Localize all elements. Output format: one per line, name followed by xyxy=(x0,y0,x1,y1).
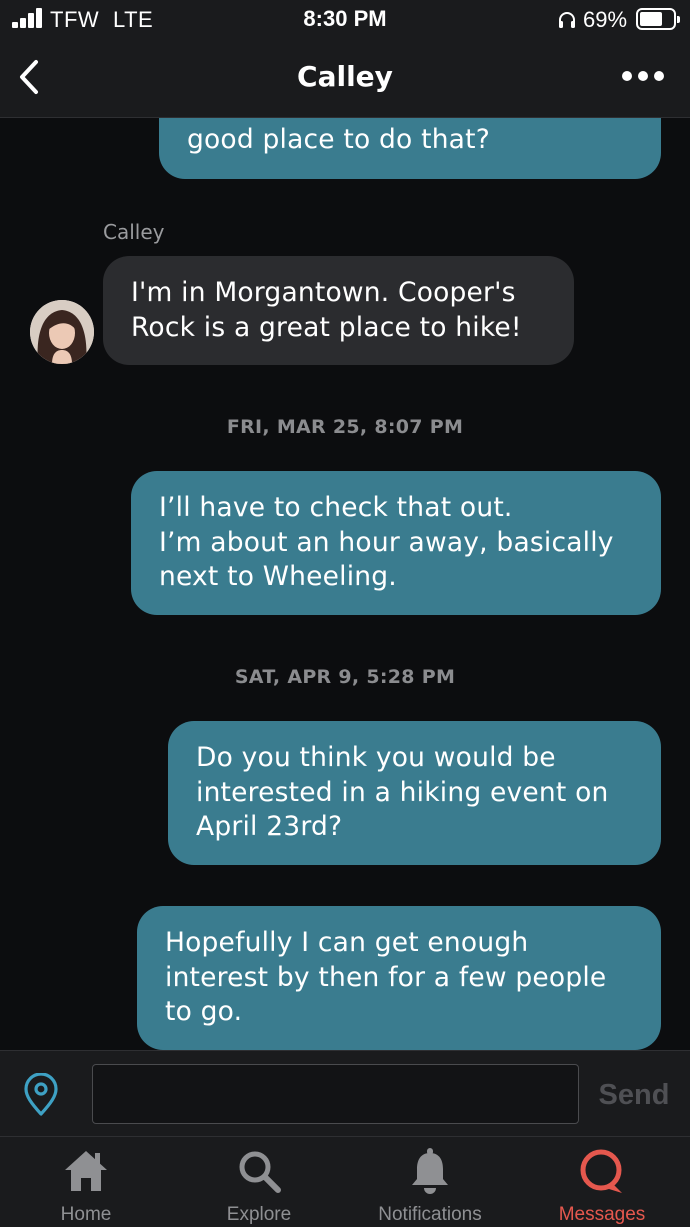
bottom-tab-bar: Home Explore Notifications Messages xyxy=(0,1136,690,1227)
message-line: I’m about an hour away, basically xyxy=(159,526,614,558)
message-line: I'm in Morgantown. Cooper's xyxy=(131,277,516,308)
message-bubble-outgoing: Do you think you would be interested in … xyxy=(168,721,661,865)
avatar-photo xyxy=(30,300,94,364)
message-line: interest by then for a few people xyxy=(165,961,607,993)
tab-messages[interactable]: Messages xyxy=(550,1137,654,1227)
tab-messages-label: Messages xyxy=(558,1204,646,1225)
message-line: Do you think you would be xyxy=(196,742,556,773)
messaging-screen: TFW LTE 8:30 PM 69% Calley good place to… xyxy=(0,0,690,1227)
send-button[interactable]: Send xyxy=(594,1075,674,1115)
bell-icon xyxy=(412,1148,448,1194)
sender-name: Calley xyxy=(103,220,165,244)
message-bubble-outgoing: Hopefully I can get enough interest by t… xyxy=(137,906,661,1050)
tab-home-label: Home xyxy=(60,1204,112,1225)
message-line: Hopefully I can get enough xyxy=(165,927,529,958)
message-list[interactable]: good place to do that? Calley I'm in Mor… xyxy=(0,118,690,1050)
headphones-icon xyxy=(559,12,575,28)
search-icon xyxy=(239,1151,281,1193)
message-bubble-outgoing: I’ll have to check that out. I’m about a… xyxy=(131,471,661,615)
home-icon xyxy=(65,1151,107,1191)
message-line: Rock is a great place to hike! xyxy=(131,311,522,343)
message-line: good place to do that? xyxy=(187,124,490,155)
battery-percentage: 69% xyxy=(583,7,628,32)
status-bar: TFW LTE 8:30 PM 69% xyxy=(0,0,690,38)
message-bubble-incoming: I'm in Morgantown. Cooper's Rock is a gr… xyxy=(103,256,574,365)
message-line: April 23rd? xyxy=(196,811,343,842)
avatar[interactable] xyxy=(30,300,94,364)
message-line: I’ll have to check that out. xyxy=(159,492,513,523)
battery-icon xyxy=(636,8,680,30)
chat-title: Calley xyxy=(297,60,393,93)
tab-notifications-label: Notifications xyxy=(378,1204,482,1225)
message-line: next to Wheeling. xyxy=(159,561,397,592)
message-input[interactable] xyxy=(92,1064,579,1124)
message-line: to go. xyxy=(165,996,243,1027)
message-bubble-outgoing-partial: good place to do that? xyxy=(159,118,661,179)
chat-header: Calley xyxy=(0,38,690,118)
tab-home[interactable]: Home xyxy=(36,1137,136,1227)
battery-fill xyxy=(640,12,663,26)
message-line: interested in a hiking event on xyxy=(196,776,609,808)
tab-explore[interactable]: Explore xyxy=(209,1137,309,1227)
message-timestamp: FRI, MAR 25, 8:07 PM xyxy=(226,416,464,438)
message-composer: Send xyxy=(0,1050,690,1136)
tab-notifications[interactable]: Notifications xyxy=(360,1137,500,1227)
message-bubble-icon xyxy=(580,1149,622,1193)
message-timestamp: SAT, APR 9, 5:28 PM xyxy=(234,666,456,688)
location-pin-icon[interactable] xyxy=(22,1073,60,1117)
more-dots-icon[interactable] xyxy=(618,58,668,94)
tab-explore-label: Explore xyxy=(226,1204,292,1225)
